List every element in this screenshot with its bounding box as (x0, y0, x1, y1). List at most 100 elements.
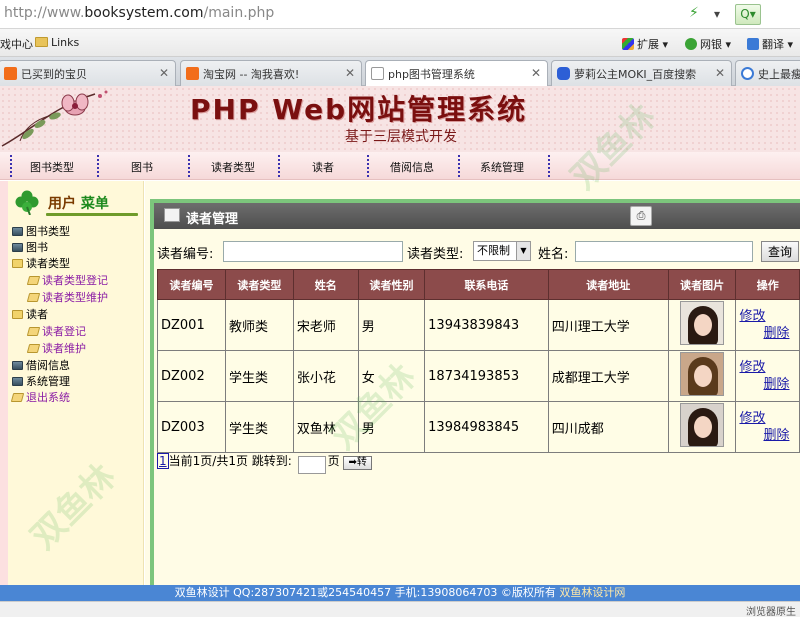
nav-book[interactable]: 图书 (131, 159, 153, 175)
nav-borrow-info[interactable]: 借阅信息 (390, 159, 434, 175)
reader-name-cell: 宋老师 (292, 299, 359, 351)
delete-link[interactable]: 删除 (739, 376, 798, 393)
operations-cell: 修改 删除 (735, 401, 800, 453)
sidebar-item-reader-type[interactable]: 读者类型 (12, 255, 70, 271)
nav-book-type[interactable]: 图书类型 (30, 159, 74, 175)
bank-shield-icon (685, 38, 697, 50)
site-header: PHP Web网站管理系统 基于三层模式开发 (0, 86, 800, 152)
sidebar-item-borrow-info[interactable]: 借阅信息 (12, 357, 70, 373)
reader-photo (680, 352, 725, 396)
page-icon (26, 344, 41, 353)
user-menu-header: 用户 菜单 (12, 187, 140, 217)
sidebar-item-reader-maintain[interactable]: 读者维护 (26, 340, 86, 356)
page-link[interactable]: 1 (157, 453, 169, 469)
jump-page-input[interactable] (297, 455, 326, 474)
print-icon[interactable]: ⎙ (630, 206, 652, 226)
close-tab-icon[interactable]: ✕ (531, 66, 541, 80)
reader-type-label: 读者类型: (407, 247, 464, 262)
folder-icon (35, 37, 48, 47)
table-row: DZ003 学生类 双鱼林 男 13984983845 四川成都 修改 删除 (156, 401, 800, 453)
reader-phone-cell: 13943839843 (424, 299, 549, 351)
column-header: 读者编号 (156, 269, 227, 300)
go-button[interactable]: ➡转 (343, 456, 372, 470)
reader-address-cell: 成都理工大学 (547, 350, 669, 402)
search-form: 读者编号: 读者类型: 不限制 ▼ 姓名: 查询 (157, 240, 800, 264)
table-row: DZ001 教师类 宋老师 男 13943839843 四川理工大学 修改 删除 (156, 299, 800, 351)
nav-separator (278, 155, 280, 177)
footer-designer-link[interactable]: 双鱼林设计网 (559, 586, 625, 599)
favorite-links[interactable]: Links (35, 36, 79, 49)
site-title: PHP Web网站管理系统 (190, 93, 528, 126)
reader-photo (680, 301, 725, 345)
reader-id-input[interactable] (223, 241, 403, 262)
nav-separator (188, 155, 190, 177)
nav-reader-type[interactable]: 读者类型 (211, 159, 255, 175)
footer-text: 双鱼林设计 QQ:287307421或254540457 手机:13908064… (174, 586, 556, 599)
extensions-button[interactable]: 扩展 ▾ (622, 36, 668, 52)
panel-title: 读者管理 (186, 212, 239, 227)
status-text: 浏览器原生 (746, 607, 796, 617)
reader-type-cell: 学生类 (225, 350, 294, 402)
menu-underline (46, 213, 138, 216)
column-header: 读者图片 (667, 269, 737, 300)
tab-bought-items[interactable]: 已买到的宝贝 ✕ (0, 60, 176, 86)
address-bar[interactable]: http://www.booksystem.com/main.php ⚡ ▾ Q… (0, 0, 800, 29)
tab-baidu-search[interactable]: 萝莉公主MOKI_百度搜索 ✕ (551, 60, 732, 86)
reader-photo-cell (667, 401, 737, 453)
sidebar-item-book-type[interactable]: 图书类型 (12, 223, 70, 239)
reader-table: 读者编号 读者类型 姓名 读者性别 联系电话 读者地址 读者图片 操作 DZ00… (156, 269, 800, 453)
name-input[interactable] (575, 241, 753, 262)
name-label: 姓名: (538, 247, 569, 262)
reader-photo-cell (667, 299, 737, 351)
sidebar-item-reader-register[interactable]: 读者登记 (26, 323, 86, 339)
sidebar-item-system-admin[interactable]: 系统管理 (12, 373, 70, 389)
edit-link[interactable]: 修改 (739, 308, 798, 325)
edit-document-icon (164, 208, 180, 222)
edit-link[interactable]: 修改 (739, 410, 798, 427)
panel-header: 读者管理 ⎙ (154, 203, 800, 229)
tab-taobao[interactable]: 淘宝网 -- 淘我喜欢! ✕ (180, 60, 362, 86)
nav-system-admin[interactable]: 系统管理 (480, 159, 524, 175)
sidebar-item-reader-type-maintain[interactable]: 读者类型维护 (26, 289, 108, 305)
query-button[interactable]: 查询 (761, 241, 799, 262)
edit-link[interactable]: 修改 (739, 359, 798, 376)
delete-link[interactable]: 删除 (739, 325, 798, 342)
favorite-game-center[interactable]: 戏中心 (0, 36, 33, 52)
page-suffix: 页 (327, 454, 340, 468)
delete-link[interactable]: 删除 (739, 427, 798, 444)
sidebar-item-reader-type-register[interactable]: 读者类型登记 (26, 272, 108, 288)
table-header-row: 读者编号 读者类型 姓名 读者性别 联系电话 读者地址 读者图片 操作 (156, 269, 800, 300)
close-tab-icon[interactable]: ✕ (715, 66, 725, 80)
tab-skinniest[interactable]: 史上最瘦 (735, 60, 800, 86)
reader-type-select[interactable]: 不限制 ▼ (473, 241, 531, 261)
tab-php-library[interactable]: php图书管理系统 ✕ (365, 60, 548, 87)
reader-address-cell: 四川成都 (547, 401, 669, 453)
sidebar-item-logout[interactable]: 退出系统 (10, 389, 70, 405)
clover-icon (15, 190, 39, 215)
reader-id-cell: DZ002 (156, 350, 227, 402)
close-tab-icon[interactable]: ✕ (345, 66, 355, 80)
book-icon (12, 243, 23, 252)
reader-gender-cell: 男 (357, 299, 426, 351)
column-header: 读者地址 (547, 269, 669, 300)
nav-reader[interactable]: 读者 (312, 159, 334, 175)
url-text[interactable]: http://www.booksystem.com/main.php (4, 5, 274, 21)
close-tab-icon[interactable]: ✕ (159, 66, 169, 80)
main-content: 读者管理 ⎙ 读者编号: 读者类型: 不限制 ▼ 姓名: 查询 读者编号 读者类型… (145, 181, 800, 617)
search-engine-button[interactable]: Q▾ (735, 4, 761, 25)
page-icon (371, 67, 384, 80)
chevron-down-icon: ▼ (516, 242, 530, 260)
translate-button[interactable]: 翻译 ▾ (747, 36, 793, 52)
nav-separator (548, 155, 550, 177)
sidebar-item-reader[interactable]: 读者 (12, 306, 48, 322)
book-icon (12, 377, 23, 386)
page-info: 当前1页/共1页 跳转到: (168, 454, 292, 468)
reader-gender-cell: 男 (357, 401, 426, 453)
table-row: DZ002 学生类 张小花 女 18734193853 成都理工大学 修改 删除 (156, 350, 800, 402)
pagination: 1 当前1页/共1页 跳转到: 页 ➡转 (157, 452, 372, 474)
bank-button[interactable]: 网银 ▾ (685, 36, 731, 52)
page-icon (26, 293, 41, 302)
lightning-icon[interactable]: ⚡ (689, 5, 701, 21)
sidebar-item-book[interactable]: 图书 (12, 239, 48, 255)
dropdown-arrow-icon[interactable]: ▾ (707, 4, 727, 24)
